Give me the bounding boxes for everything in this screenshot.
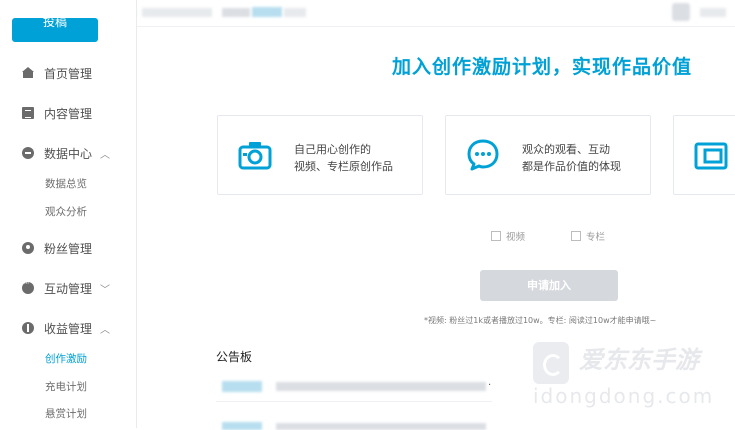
document-icon xyxy=(22,107,34,119)
card-text-line: 观众的观看、互动 xyxy=(522,143,610,156)
blurred-avatar[interactable] xyxy=(672,3,690,21)
sidebar-item-label: 数据中心 xyxy=(44,146,93,161)
sidebar-item-fans[interactable]: 粉丝管理 xyxy=(22,238,92,258)
checkbox-label: 视频 xyxy=(506,232,526,243)
blurred-header-block xyxy=(142,8,212,17)
sidebar-item-data-center[interactable]: 数据中心 ︿ xyxy=(22,143,110,163)
sidebar-item-label: 收益管理 xyxy=(44,321,93,336)
feature-card-value: 观众的观看、互动 都是作品价值的体现 xyxy=(445,115,651,195)
income-icon xyxy=(22,322,34,334)
comment-icon xyxy=(22,279,34,294)
blurred-notice-text xyxy=(222,422,262,430)
data-icon xyxy=(22,147,34,159)
sidebar-item-label: 内容管理 xyxy=(44,106,93,121)
checkbox-box[interactable] xyxy=(571,231,581,241)
eligibility-note: *视频: 粉丝过1k或者播放过10w。专栏: 阅读过10w才能申请哦~ xyxy=(424,316,657,325)
sidebar-subitem-creation-incentive[interactable]: 创作激励 xyxy=(45,351,87,366)
sidebar-item-label: 首页管理 xyxy=(44,66,93,81)
sidebar-item-content[interactable]: 内容管理 xyxy=(22,103,92,123)
card-text-line: 自己用心创作的 xyxy=(294,143,371,156)
blurred-notice-text xyxy=(276,423,486,430)
blurred-header-block xyxy=(222,8,250,17)
chevron-up-icon: ︿ xyxy=(100,324,111,336)
fans-icon xyxy=(22,242,34,254)
sidebar-item-home[interactable]: 首页管理 xyxy=(22,63,92,83)
camera-icon xyxy=(238,142,272,170)
checkbox-label: 专栏 xyxy=(586,232,606,243)
card-text-line: 视频、专栏原创作品 xyxy=(294,160,393,173)
sidebar-item-interaction[interactable]: 互动管理 ﹀ xyxy=(22,278,110,298)
checkbox-column[interactable]: 专栏 xyxy=(571,229,605,243)
watermark: 爱东东手游 idongdong.com xyxy=(533,334,733,414)
checkbox-video[interactable]: 视频 xyxy=(491,229,525,243)
sidebar-item-label: 粉丝管理 xyxy=(44,241,93,256)
watermark-text: 爱东东手游 xyxy=(579,346,699,374)
chevron-up-icon: ︿ xyxy=(100,149,111,161)
sidebar-item-label: 互动管理 xyxy=(44,281,93,296)
sidebar-subitem-charge-plan[interactable]: 充电计划 xyxy=(45,379,87,394)
page-headline: 加入创作激励计划，实现作品价值 xyxy=(392,56,693,78)
blurred-header-block xyxy=(252,7,282,17)
sidebar-item-income[interactable]: 收益管理 ︿ xyxy=(22,318,110,338)
wallet-icon xyxy=(694,142,728,170)
notice-row[interactable] xyxy=(216,402,492,430)
notice-board-title: 公告板 xyxy=(216,350,253,364)
home-icon xyxy=(22,67,34,79)
watermark-url: idongdong.com xyxy=(533,384,715,408)
blurred-header-block xyxy=(700,8,726,17)
post-button-label: 投稿 xyxy=(42,18,67,29)
checkbox-box[interactable] xyxy=(491,231,501,241)
sidebar-subitem-bounty-plan[interactable]: 悬赏计划 xyxy=(45,406,87,421)
chevron-down-icon: ﹀ xyxy=(100,284,111,296)
sidebar-subitem-audience-analysis[interactable]: 观众分析 xyxy=(45,204,87,219)
blurred-notice-text xyxy=(222,381,262,392)
feature-card-original: 自己用心创作的 视频、专栏原创作品 xyxy=(217,115,423,195)
blurred-notice-text xyxy=(276,382,486,391)
notice-row-end: . xyxy=(488,377,492,388)
notice-row[interactable]: . xyxy=(216,375,492,402)
sidebar-subitem-data-overview[interactable]: 数据总览 xyxy=(45,176,87,191)
card-text-line: 都是作品价值的体现 xyxy=(522,160,621,173)
apply-join-button[interactable]: 申请加入 xyxy=(480,270,618,301)
sidebar: 投稿 首页管理 内容管理 数据中心 ︿ 数据总览 观众分析 粉丝管理 互动管理 … xyxy=(0,0,137,428)
feature-card-income xyxy=(673,115,735,195)
blurred-header-block xyxy=(284,8,306,17)
watermark-logo-icon xyxy=(533,342,569,384)
chat-bubble-icon xyxy=(467,139,499,171)
post-button[interactable]: 投稿 xyxy=(12,18,98,42)
